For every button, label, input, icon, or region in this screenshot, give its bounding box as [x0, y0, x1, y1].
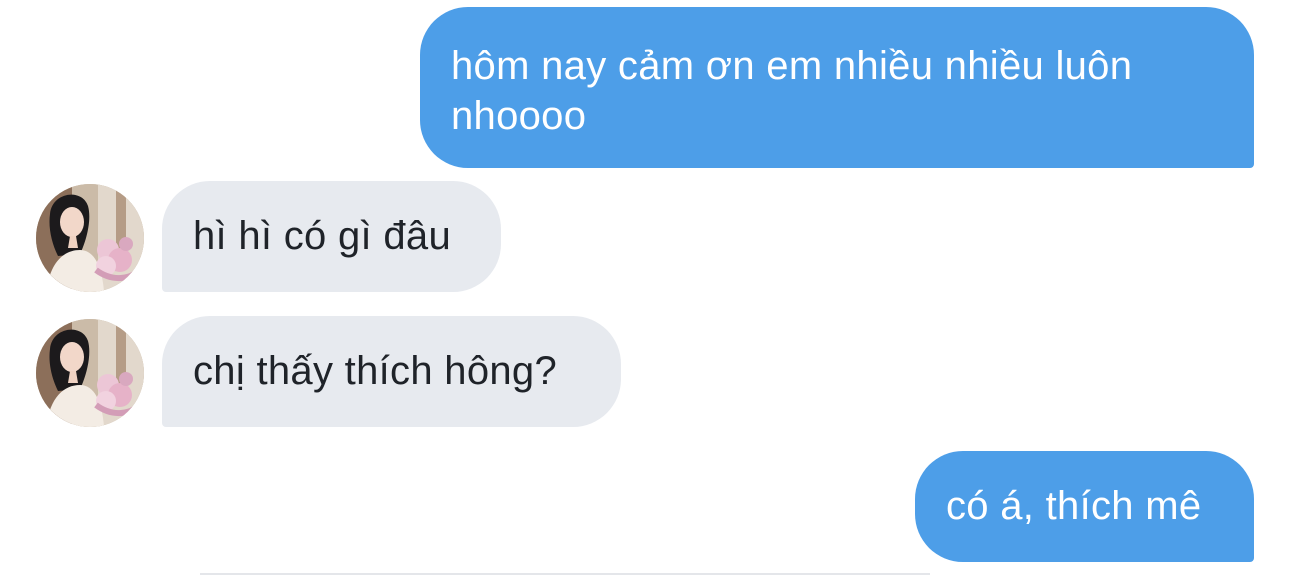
- contact-photo-icon: [36, 184, 144, 292]
- contact-avatar[interactable]: [36, 319, 144, 427]
- incoming-message-bubble[interactable]: hì hì có gì đâu: [162, 181, 501, 292]
- outgoing-message-bubble[interactable]: hôm nay cảm ơn em nhiều nhiều luôn nhooo…: [420, 7, 1254, 168]
- contact-photo-icon: [36, 319, 144, 427]
- outgoing-message-bubble[interactable]: có á, thích mê: [915, 451, 1254, 562]
- contact-avatar[interactable]: [36, 184, 144, 292]
- incoming-message-bubble[interactable]: chị thấy thích hông?: [162, 316, 621, 427]
